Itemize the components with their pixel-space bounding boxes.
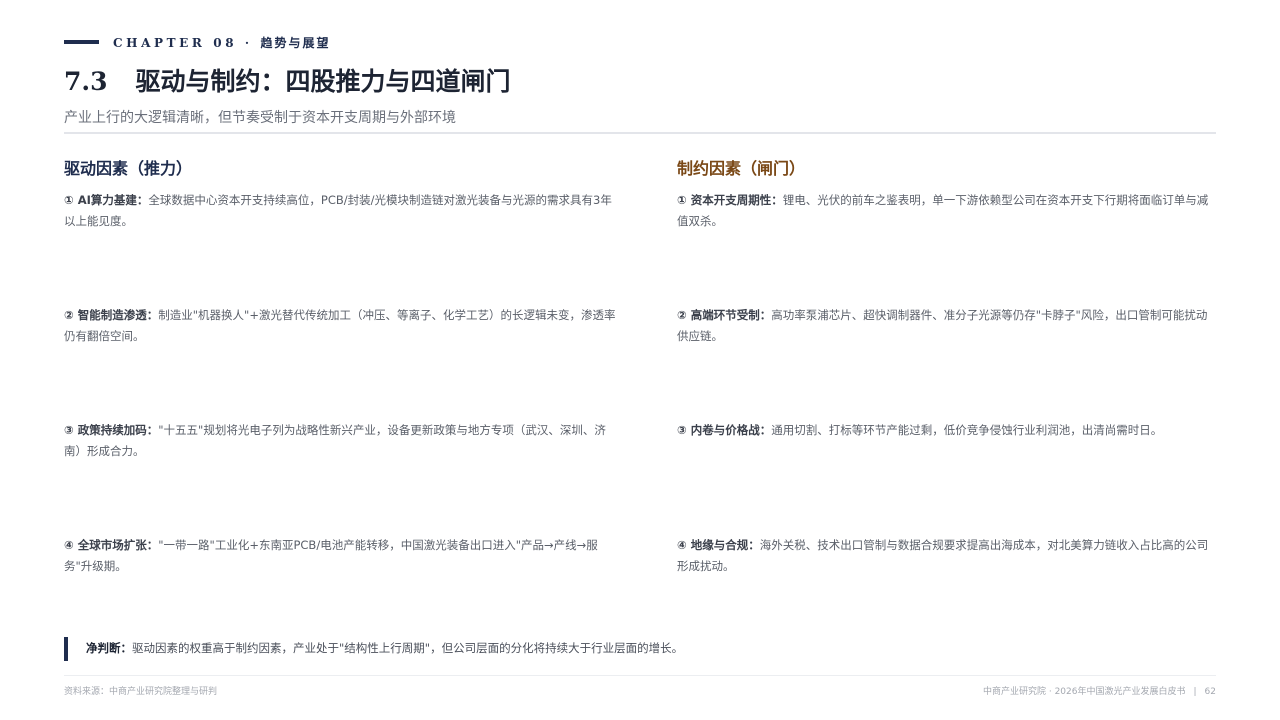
chapter-accent-bar bbox=[64, 40, 99, 44]
page-subtitle: 产业上行的大逻辑清晰，但节奏受制于资本开支周期与外部环境 bbox=[64, 110, 456, 126]
constraints-heading: 制约因素（闸门） bbox=[677, 159, 806, 178]
drivers-heading: 驱动因素（推力） bbox=[64, 159, 193, 178]
source-note: 资料来源：中商产业研究院整理与研判 bbox=[64, 687, 218, 697]
driver-item: ③ 政策持续加码："十五五"规划将光电子列为战略性新兴产业，设备更新政策与地方专… bbox=[64, 420, 620, 462]
chapter-number: CHAPTER 08 · bbox=[113, 36, 253, 50]
driver-item-lead: ① AI算力基建： bbox=[64, 193, 149, 207]
constraint-item: ③ 内卷与价格战：通用切割、打标等环节产能过剩，低价竞争侵蚀行业利润池，出清尚需… bbox=[677, 420, 1217, 441]
page-title: 7.3 驱动与制约：四股推力与四道闸门 bbox=[64, 62, 511, 98]
driver-item: ④ 全球市场扩张："一带一路"工业化+东南亚PCB/电池产能转移，中国激光装备出… bbox=[64, 535, 620, 577]
drivers-column: 驱动因素（推力） ① AI算力基建：全球数据中心资本开支持续高位，PCB/封装/… bbox=[64, 155, 620, 573]
constraint-item: ④ 地缘与合规：海外关税、技术出口管制与数据合规要求提高出海成本，对北美算力链收… bbox=[677, 535, 1217, 577]
constraints-column: 制约因素（闸门） ① 资本开支周期性：锂电、光伏的前车之鉴表明，单一下游依赖型公… bbox=[677, 155, 1217, 573]
footer-divider bbox=[64, 675, 1216, 676]
constraint-item-lead: ③ 内卷与价格战： bbox=[677, 423, 772, 437]
constraint-item: ② 高端环节受制：高功率泵浦芯片、超快调制器件、准分子光源等仍存"卡脖子"风险，… bbox=[677, 305, 1217, 347]
driver-item: ① AI算力基建：全球数据中心资本开支持续高位，PCB/封装/光模块制造链对激光… bbox=[64, 190, 620, 232]
driver-item-lead: ③ 政策持续加码： bbox=[64, 423, 159, 437]
driver-item-lead: ② 智能制造渗透： bbox=[64, 308, 159, 322]
footer-separator: | bbox=[1193, 687, 1197, 697]
header-divider bbox=[64, 132, 1216, 134]
driver-item: ② 智能制造渗透：制造业"机器换人"+激光替代传统加工（冲压、等离子、化学工艺）… bbox=[64, 305, 620, 347]
constraint-item-lead: ① 资本开支周期性： bbox=[677, 193, 783, 207]
constraint-item: ① 资本开支周期性：锂电、光伏的前车之鉴表明，单一下游依赖型公司在资本开支下行期… bbox=[677, 190, 1217, 232]
section-number: 7.3 bbox=[64, 67, 108, 96]
net-judgment-lead: 净判断： bbox=[86, 641, 132, 655]
constraint-item-text: 通用切割、打标等环节产能过剩，低价竞争侵蚀行业利润池，出清尚需时日。 bbox=[771, 423, 1163, 437]
footer-publication: 中商产业研究院 · 2026年中国激光产业发展白皮书 | 62 bbox=[983, 684, 1216, 697]
constraint-item-lead: ② 高端环节受制： bbox=[677, 308, 772, 322]
publication-name: 中商产业研究院 · 2026年中国激光产业发展白皮书 bbox=[983, 687, 1186, 697]
page-number: 62 bbox=[1204, 687, 1216, 697]
driver-item-lead: ④ 全球市场扩张： bbox=[64, 538, 159, 552]
chapter-label: CHAPTER 08 · 趋势与展望 bbox=[113, 34, 331, 51]
section-title: 驱动与制约：四股推力与四道闸门 bbox=[135, 67, 511, 96]
constraint-item-lead: ④ 地缘与合规： bbox=[677, 538, 760, 552]
net-judgment-text: 驱动因素的权重高于制约因素，产业处于"结构性上行周期"，但公司层面的分化将持续大… bbox=[132, 641, 684, 655]
net-judgment-callout: 净判断：驱动因素的权重高于制约因素，产业处于"结构性上行周期"，但公司层面的分化… bbox=[64, 637, 683, 661]
chapter-title: 趋势与展望 bbox=[260, 36, 331, 50]
